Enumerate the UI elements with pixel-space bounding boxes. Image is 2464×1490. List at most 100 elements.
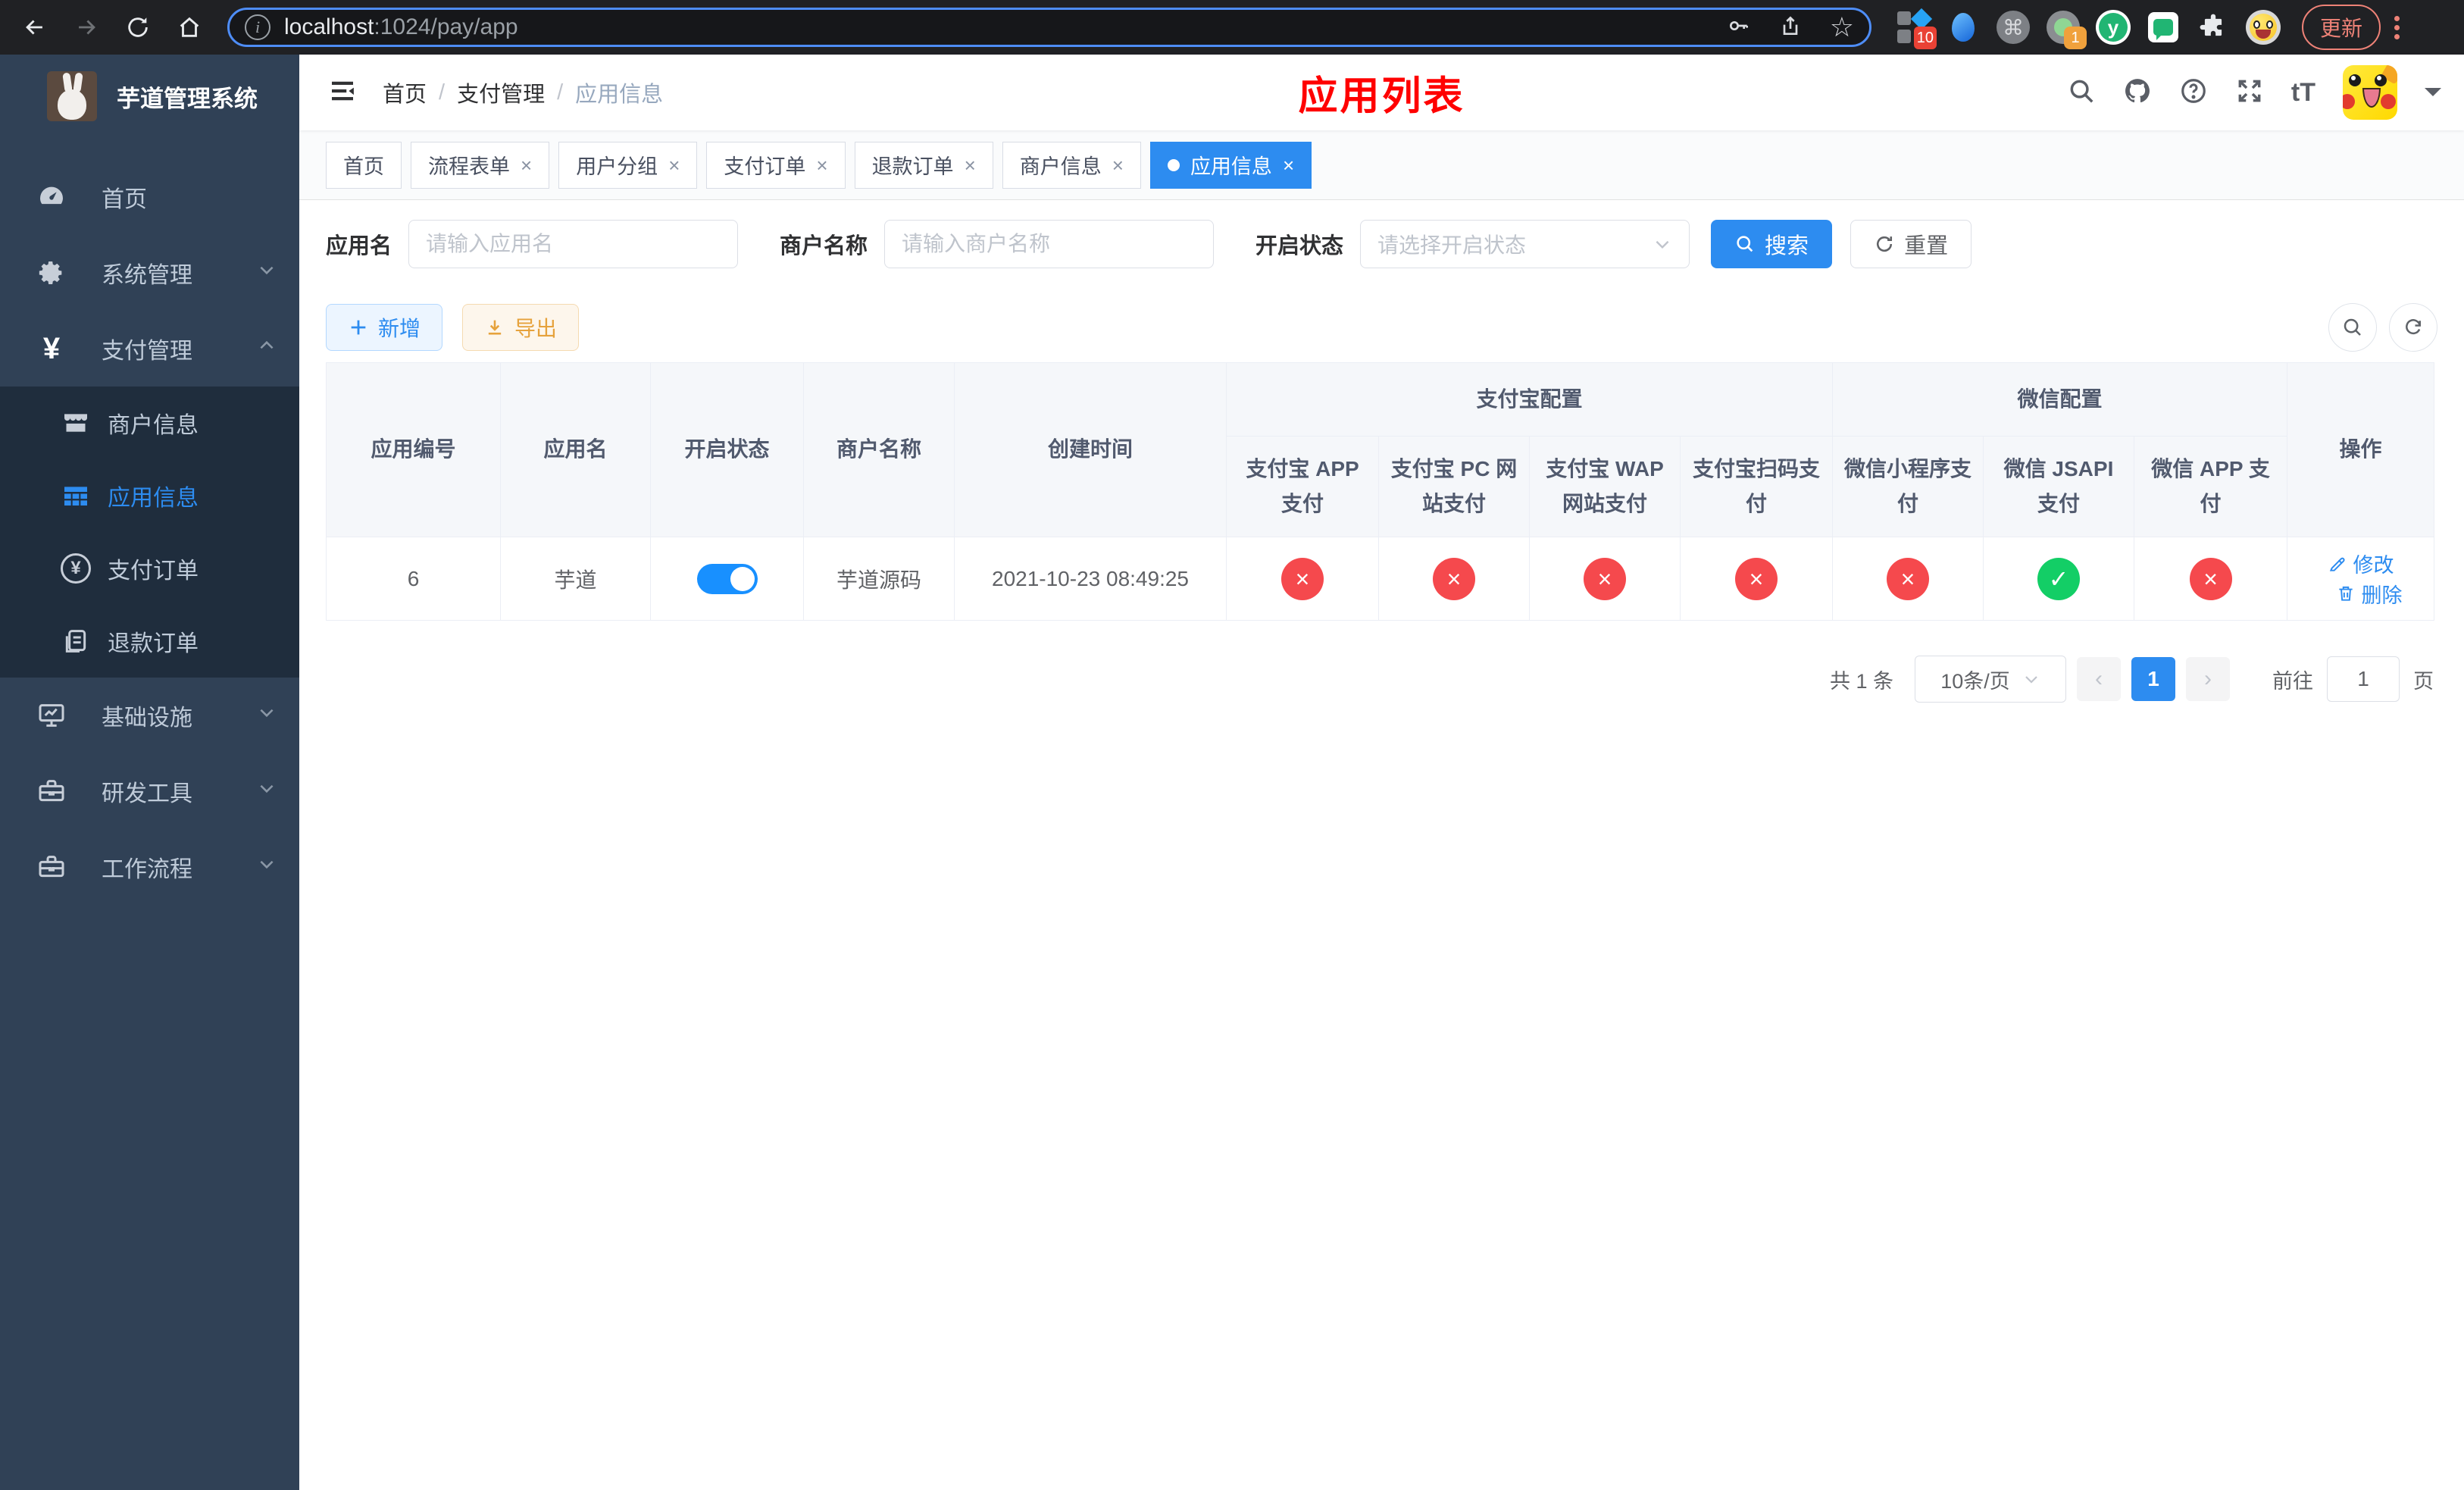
recorder-extension-icon[interactable]: 1 (2046, 10, 2087, 49)
sidebar-item-label: 系统管理 (102, 263, 192, 288)
tab-app-info[interactable]: 应用信息 × (1149, 141, 1312, 189)
add-button[interactable]: 新增 (326, 304, 443, 351)
sidebar-collapse-icon[interactable] (327, 75, 358, 111)
command-extension-icon[interactable]: ⌘ (1996, 10, 2031, 45)
extension-badge: 10 (1913, 27, 1937, 49)
toggle-search-button[interactable] (2328, 303, 2377, 352)
sketch-extension-icon[interactable]: 10 (1896, 8, 1937, 49)
sidebar-item-workflow[interactable]: 工作流程 (0, 829, 299, 905)
tab-refund-order[interactable]: 退款订单 × (854, 141, 993, 189)
tab-process-form[interactable]: 流程表单 × (411, 141, 550, 189)
filter-label-status: 开启状态 (1255, 234, 1344, 258)
tab-merchant-info[interactable]: 商户信息 × (1002, 141, 1141, 189)
chevron-down-icon (257, 703, 277, 728)
chevron-down-icon (1656, 240, 1669, 249)
main-area: 首页 / 支付管理 / 应用信息 应用列表 tT 首页 流程表单 × 用户分组 … (299, 55, 2464, 1490)
extension-badge: 1 (2064, 27, 2087, 49)
breadcrumb-home[interactable]: 首页 (383, 77, 427, 108)
close-icon[interactable]: × (668, 155, 680, 175)
briefcase-icon (35, 850, 68, 884)
col-alipay-app: 支付宝 APP 支付 (1226, 436, 1379, 537)
close-icon[interactable]: × (965, 155, 976, 175)
close-icon[interactable]: × (1283, 155, 1294, 175)
forward-icon[interactable] (70, 11, 103, 44)
breadcrumb-separator: / (557, 80, 564, 105)
sidebar-item-home[interactable]: 首页 (0, 159, 299, 235)
app-logo-row[interactable]: 芋道管理系统 (0, 55, 299, 138)
channel-status-icon: ✓ (2037, 557, 2081, 600)
github-icon[interactable] (2123, 77, 2152, 109)
browser-menu-icon[interactable] (2394, 15, 2400, 39)
home-icon[interactable] (173, 11, 206, 44)
sidebar-item-merchant-info[interactable]: 商户信息 (0, 387, 299, 459)
cell-merchant: 芋道源码 (803, 537, 955, 621)
url-bar[interactable]: i localhost:1024/pay/app ☆ (227, 8, 1871, 47)
payment-submenu: 商户信息 应用信息 ¥ 支付订单 退款订单 (0, 387, 299, 678)
tab-home[interactable]: 首页 (326, 141, 402, 189)
top-navbar: 首页 / 支付管理 / 应用信息 应用列表 tT (299, 55, 2464, 130)
sidebar-item-pay-order[interactable]: ¥ 支付订单 (0, 532, 299, 605)
reload-icon[interactable] (121, 11, 155, 44)
emoji-avatar-extension-icon[interactable] (2246, 10, 2281, 45)
group-alipay-config: 支付宝配置 (1225, 362, 1834, 437)
close-icon[interactable]: × (521, 155, 532, 175)
chrome-update-button[interactable]: 更新 (2302, 5, 2381, 50)
sidebar-item-payment[interactable]: ¥ 支付管理 (0, 311, 299, 387)
sidebar-item-refund-order[interactable]: 退款订单 (0, 605, 299, 678)
password-key-icon[interactable] (1727, 14, 1751, 42)
status-select[interactable]: 请选择开启状态 (1360, 220, 1690, 268)
edit-pencil-icon (2329, 557, 2345, 571)
tab-user-group[interactable]: 用户分组 × (558, 141, 698, 189)
col-wechat-jsapi: 微信 JSAPI 支付 (1983, 436, 2135, 537)
sidebar-item-label: 首页 (102, 187, 147, 212)
channel-status-icon: × (1584, 557, 1626, 600)
next-page-button[interactable]: › (2186, 657, 2230, 701)
page-1-button[interactable]: 1 (2131, 657, 2175, 701)
balloon-extension-icon[interactable] (1946, 10, 1981, 45)
sidebar-item-infrastructure[interactable]: 基础设施 (0, 678, 299, 753)
user-avatar[interactable] (2343, 65, 2397, 120)
prev-page-button[interactable]: ‹ (2077, 657, 2121, 701)
trash-icon (2338, 586, 2353, 601)
app-name-input[interactable] (408, 220, 739, 268)
page-size-select[interactable]: 10条/页 (1915, 656, 2066, 703)
toolbox-icon (35, 775, 68, 808)
sidebar-item-dev-tools[interactable]: 研发工具 (0, 753, 299, 829)
y-extension-icon[interactable]: y (2096, 10, 2131, 45)
extensions-puzzle-icon[interactable] (2196, 10, 2231, 45)
search-button[interactable]: 搜索 (1711, 220, 1833, 268)
tab-pay-order[interactable]: 支付订单 × (706, 141, 846, 189)
help-icon[interactable] (2179, 77, 2208, 109)
close-icon[interactable]: × (816, 155, 827, 175)
edit-button[interactable]: 修改 (2328, 549, 2394, 578)
search-icon[interactable] (2067, 77, 2096, 109)
fullscreen-icon[interactable] (2235, 77, 2264, 109)
chat-extension-icon[interactable] (2146, 10, 2181, 45)
refresh-table-button[interactable] (2389, 303, 2437, 352)
sidebar-item-system[interactable]: 系统管理 (0, 235, 299, 311)
font-size-icon[interactable]: tT (2291, 78, 2315, 108)
export-button[interactable]: 导出 (462, 304, 580, 351)
reset-button[interactable]: 重置 (1850, 220, 1972, 268)
goto-page-input[interactable] (2327, 656, 2400, 702)
col-wechat-app: 微信 APP 支付 (2134, 436, 2288, 537)
active-dot-icon (1167, 158, 1180, 171)
sidebar: 芋道管理系统 首页 系统管理 ¥ 支付管理 商户信息 应用信息 ¥ 支付订单 退… (0, 55, 299, 1490)
share-icon[interactable] (1778, 14, 1803, 42)
close-icon[interactable]: × (1112, 155, 1124, 175)
channel-status-icon: × (1433, 557, 1475, 600)
bookmark-star-icon[interactable]: ☆ (1830, 14, 1854, 41)
status-toggle[interactable] (696, 563, 758, 594)
delete-button[interactable]: 删除 (2336, 579, 2403, 609)
table-grid-icon (59, 479, 92, 512)
channel-status-icon: × (2189, 557, 2232, 600)
avatar-dropdown-caret-icon[interactable] (2425, 88, 2441, 105)
page-info-icon[interactable]: i (245, 14, 270, 40)
back-icon[interactable] (18, 11, 52, 44)
page-content: 应用名 商户名称 开启状态 请选择开启状态 搜索 (299, 200, 2464, 1490)
app-table: 应用编号 应用名 开启状态 商户名称 创建时间 支付宝配置 微信配置 操作 支付… (326, 362, 2435, 621)
breadcrumb-payment[interactable]: 支付管理 (457, 77, 545, 108)
sidebar-item-app-info[interactable]: 应用信息 (0, 459, 299, 532)
merchant-name-input[interactable] (884, 220, 1215, 268)
pagination-total: 共 1 条 (1829, 669, 1893, 693)
